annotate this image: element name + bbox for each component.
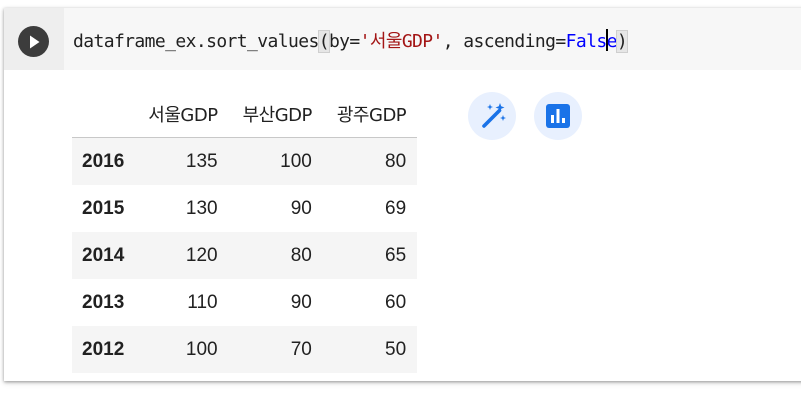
table-cell: 80 — [322, 137, 418, 185]
code-editor[interactable]: dataframe_ex.sort_values(by='서울GDP', asc… — [64, 8, 801, 70]
column-header: 광주GDP — [322, 90, 418, 138]
code-bool-value: Fals — [565, 31, 608, 52]
table-cell: 100 — [228, 137, 323, 185]
row-index: 2012 — [72, 326, 135, 373]
table-cell: 120 — [134, 232, 229, 279]
table-row: 2014 120 80 65 — [72, 232, 418, 279]
table-cell: 90 — [290, 291, 312, 313]
table-cell: 80 — [228, 232, 323, 279]
generate-chart-button[interactable] — [534, 92, 582, 140]
column-header: 부산GDP — [228, 90, 323, 138]
code-open-paren: ( — [317, 30, 330, 53]
dataframe-table: 서울GDP 부산GDP 광주GDP 2016 135 100 80 2015 1… — [72, 90, 418, 373]
table-row: 2015 130 90 69 — [72, 185, 417, 232]
run-cell-button[interactable] — [18, 26, 49, 57]
row-index: 2014 — [72, 232, 135, 279]
table-cell: 100 — [134, 326, 229, 373]
bar-chart-icon — [546, 104, 570, 128]
cell-output: 서울GDP 부산GDP 광주GDP 2016 135 100 80 2015 1… — [72, 90, 418, 373]
code-by-value: '서울GDP' — [359, 31, 444, 52]
table-cell: 90 — [290, 197, 312, 219]
row-index: 2015 — [82, 197, 125, 219]
column-header: 서울GDP — [134, 90, 229, 138]
code-close-paren: ) — [615, 30, 629, 53]
row-index: 2016 — [72, 137, 135, 185]
table-row: 2012 100 70 50 — [72, 326, 418, 373]
table-cell: 60 — [385, 291, 407, 313]
suggest-charts-button[interactable] — [468, 92, 516, 140]
code-line[interactable]: dataframe_ex.sort_values(by='서울GDP', asc… — [73, 29, 629, 55]
table-cell: 110 — [187, 291, 218, 313]
index-header — [72, 90, 135, 138]
table-row: 2016 135 100 80 — [72, 137, 418, 185]
play-icon — [29, 35, 39, 48]
table-header-row: 서울GDP 부산GDP 광주GDP — [72, 90, 418, 138]
magic-wand-icon — [482, 103, 506, 128]
table-cell: 135 — [134, 137, 229, 185]
code-by-keyword: by= — [328, 31, 360, 52]
table-cell: 70 — [228, 326, 323, 373]
code-cell[interactable]: dataframe_ex.sort_values(by='서울GDP', asc… — [4, 8, 801, 381]
row-index: 2013 — [82, 291, 125, 313]
table-cell: 65 — [322, 232, 418, 279]
cell-gutter — [4, 8, 64, 70]
table-row: 2013 110 90 60 — [72, 279, 417, 326]
code-ascending-keyword: , ascending= — [442, 31, 566, 52]
table-cell: 69 — [385, 197, 407, 219]
table-cell: 50 — [322, 326, 418, 373]
code-bool-tail: e — [606, 31, 618, 52]
code-method: dataframe_ex.sort_values — [73, 31, 319, 52]
table-cell: 130 — [185, 197, 218, 219]
